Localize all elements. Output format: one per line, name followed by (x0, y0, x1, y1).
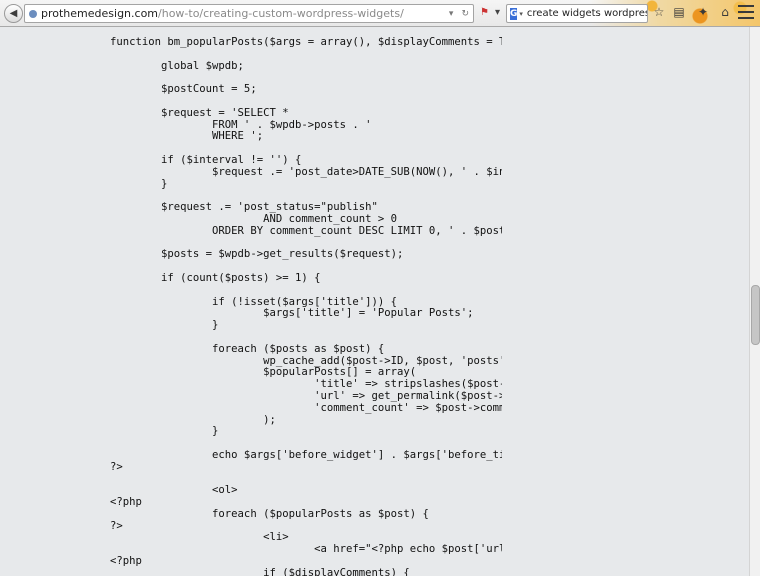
code-line: $request = 'SELECT * (110, 107, 289, 119)
bookmark-star-icon[interactable]: ☆ (652, 5, 666, 19)
code-line: $args['title'] = 'Popular Posts'; (110, 308, 474, 320)
search-input[interactable]: create widgets wordpress (527, 8, 647, 19)
code-line: ); (110, 414, 276, 426)
code-line: $postCount = 5; (110, 84, 257, 96)
code-line: AND comment_count > 0 (110, 213, 398, 225)
search-bar[interactable]: G ▾ create widgets wordpress (506, 4, 648, 23)
site-identity-icon[interactable] (29, 9, 37, 18)
code-line: $request .= 'post_status="publish" (110, 202, 378, 214)
code-line: 'comment_count' => $post->comment_ (110, 402, 502, 414)
url-bar-actions: ▾ ↻ (445, 9, 473, 19)
addon-dropdown-icon[interactable]: ▾ (492, 6, 503, 18)
reload-icon[interactable]: ↻ (461, 9, 469, 19)
code-line: foreach ($popularPosts as $post) { (110, 508, 429, 520)
code-line: } (110, 320, 219, 332)
menu-icon[interactable] (738, 5, 754, 19)
code-line: if (!isset($args['title'])) { (110, 296, 398, 308)
code-line: foreach ($posts as $post) { (110, 343, 385, 355)
dropmarker-icon[interactable]: ▾ (449, 9, 454, 19)
code-line: <ol> (110, 485, 238, 497)
code-line: <?php (110, 556, 142, 568)
browser-toolbar: ◀ prothemedesign.com /how-to/creating-cu… (0, 0, 760, 27)
code-line: 'title' => stripslashes($post->pos (110, 379, 502, 391)
bookmarks-menu-icon[interactable]: ▤ (672, 5, 686, 19)
back-arrow-icon: ◀ (9, 8, 18, 19)
code-line: global $wpdb; (110, 60, 244, 72)
url-domain: prothemedesign.com (41, 7, 159, 20)
code-line: $posts = $wpdb->get_results($request); (110, 249, 404, 261)
code-line: ORDER BY comment_count DESC LIMIT 0, ' .… (110, 225, 502, 237)
code-line: } (110, 426, 219, 438)
home-icon[interactable]: ⌂ (718, 5, 732, 19)
code-line: if ($interval != '') { (110, 154, 302, 166)
addon-icon[interactable]: ⚑ (479, 6, 490, 18)
code-line: $popularPosts[] = array( (110, 367, 417, 379)
code-line: } (110, 178, 168, 190)
sync-icon[interactable]: ✦ (696, 5, 710, 19)
back-button[interactable]: ◀ (4, 4, 23, 23)
code-line: ?> (110, 461, 123, 473)
code-line: echo $args['before_widget'] . $args['bef… (110, 449, 502, 461)
code-line: $request .= 'post_date>DATE_SUB(NOW(), '… (110, 166, 502, 178)
search-engine-icon[interactable]: G (510, 7, 518, 20)
code-line: wp_cache_add($post->ID, $post, 'posts'); (110, 355, 502, 367)
code-line: 'url' => get_permalink($post->ID), (110, 390, 502, 402)
page-content: function bm_popularPosts($args = array()… (0, 27, 750, 576)
code-line: <a href="<?php echo $post['url'];? (110, 544, 502, 556)
code-line: <?php (110, 497, 142, 509)
code-line: FROM ' . $wpdb->posts . ' (110, 119, 372, 131)
scrollbar-thumb[interactable] (751, 285, 760, 345)
url-path: /how-to/creating-custom-wordpress-widget… (158, 7, 404, 20)
url-bar[interactable]: prothemedesign.com /how-to/creating-cust… (24, 4, 474, 23)
code-line: function bm_popularPosts($args = array()… (110, 37, 502, 48)
search-engine-dropdown-icon[interactable]: ▾ (519, 10, 523, 18)
code-line: WHERE '; (110, 131, 264, 143)
code-line: <li> (110, 532, 289, 544)
code-line: if ($displayComments) { (110, 567, 410, 576)
code-line: if (count($posts) >= 1) { (110, 272, 321, 284)
code-line: ?> (110, 520, 123, 532)
vertical-scrollbar[interactable] (749, 27, 760, 576)
code-block: function bm_popularPosts($args = array()… (110, 37, 502, 576)
